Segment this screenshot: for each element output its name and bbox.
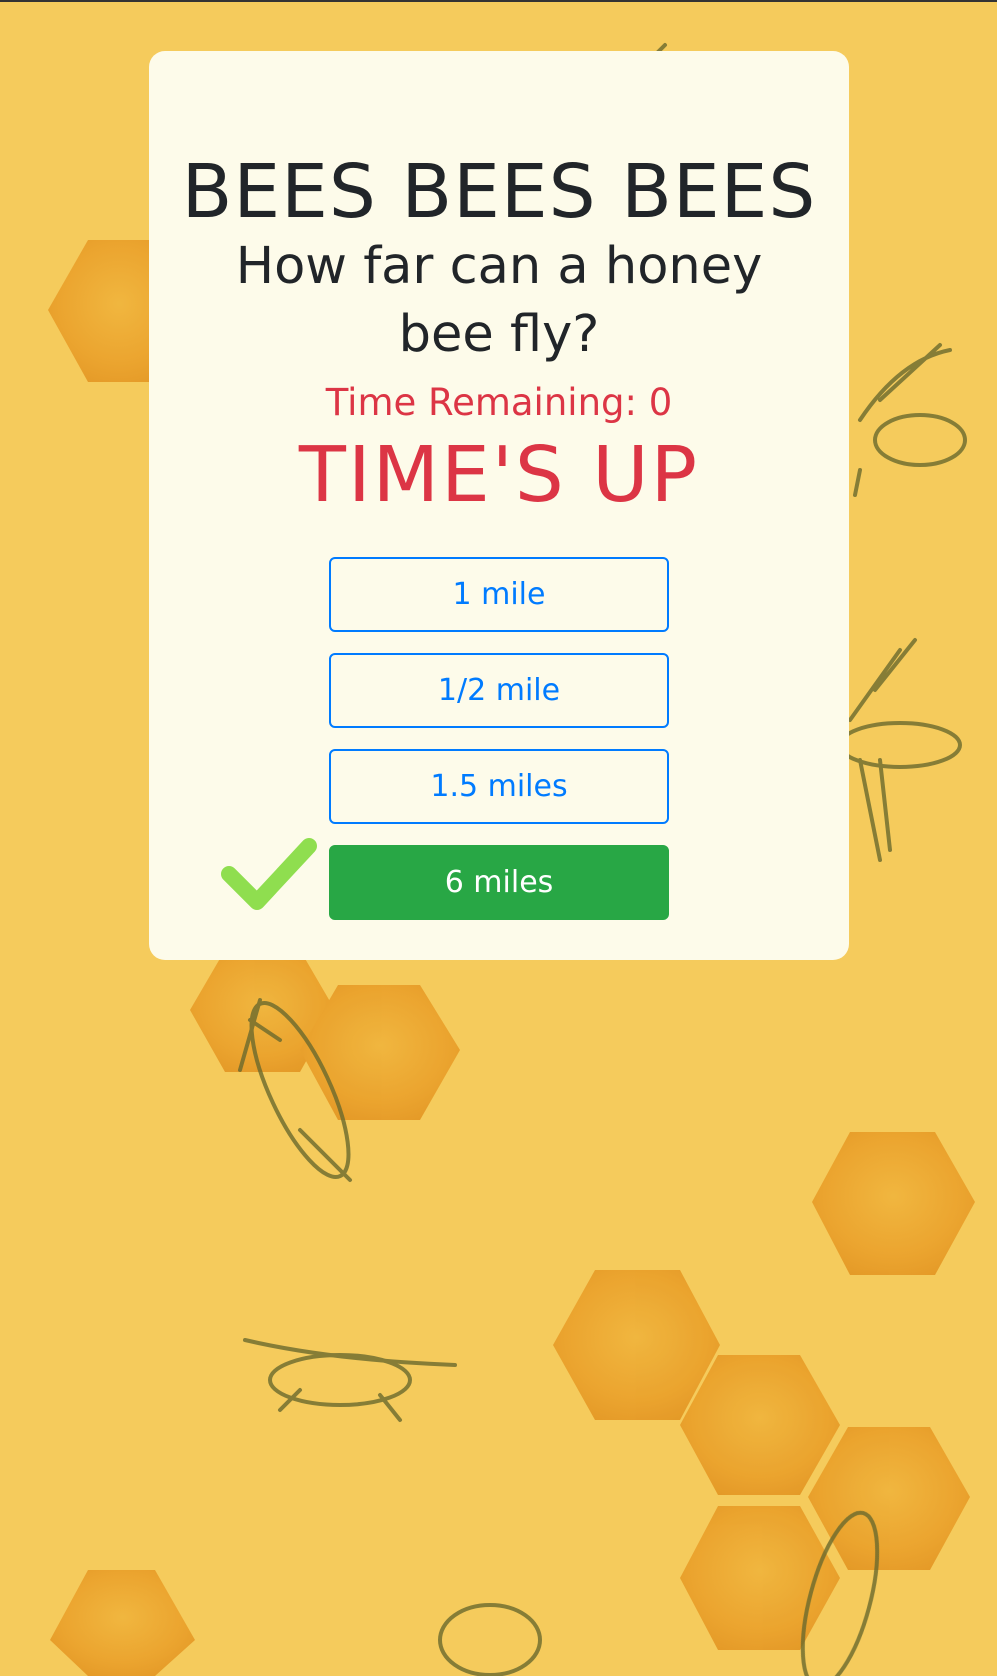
question-text: How far can a honey bee fly?: [235, 237, 763, 364]
checkmark-icon: [221, 838, 317, 910]
game-title: BEES BEES BEES: [181, 149, 817, 235]
answer-button-1[interactable]: 1 mile: [329, 557, 669, 632]
answer-button-4-correct[interactable]: 6 miles: [329, 845, 669, 920]
time-remaining: Time Remaining: 0: [325, 381, 673, 424]
quiz-card: BEES BEES BEES How far can a honey bee f…: [149, 51, 849, 960]
times-up-message: TIME'S UP: [298, 431, 700, 520]
answer-button-2[interactable]: 1/2 mile: [329, 653, 669, 728]
answer-button-3[interactable]: 1.5 miles: [329, 749, 669, 824]
